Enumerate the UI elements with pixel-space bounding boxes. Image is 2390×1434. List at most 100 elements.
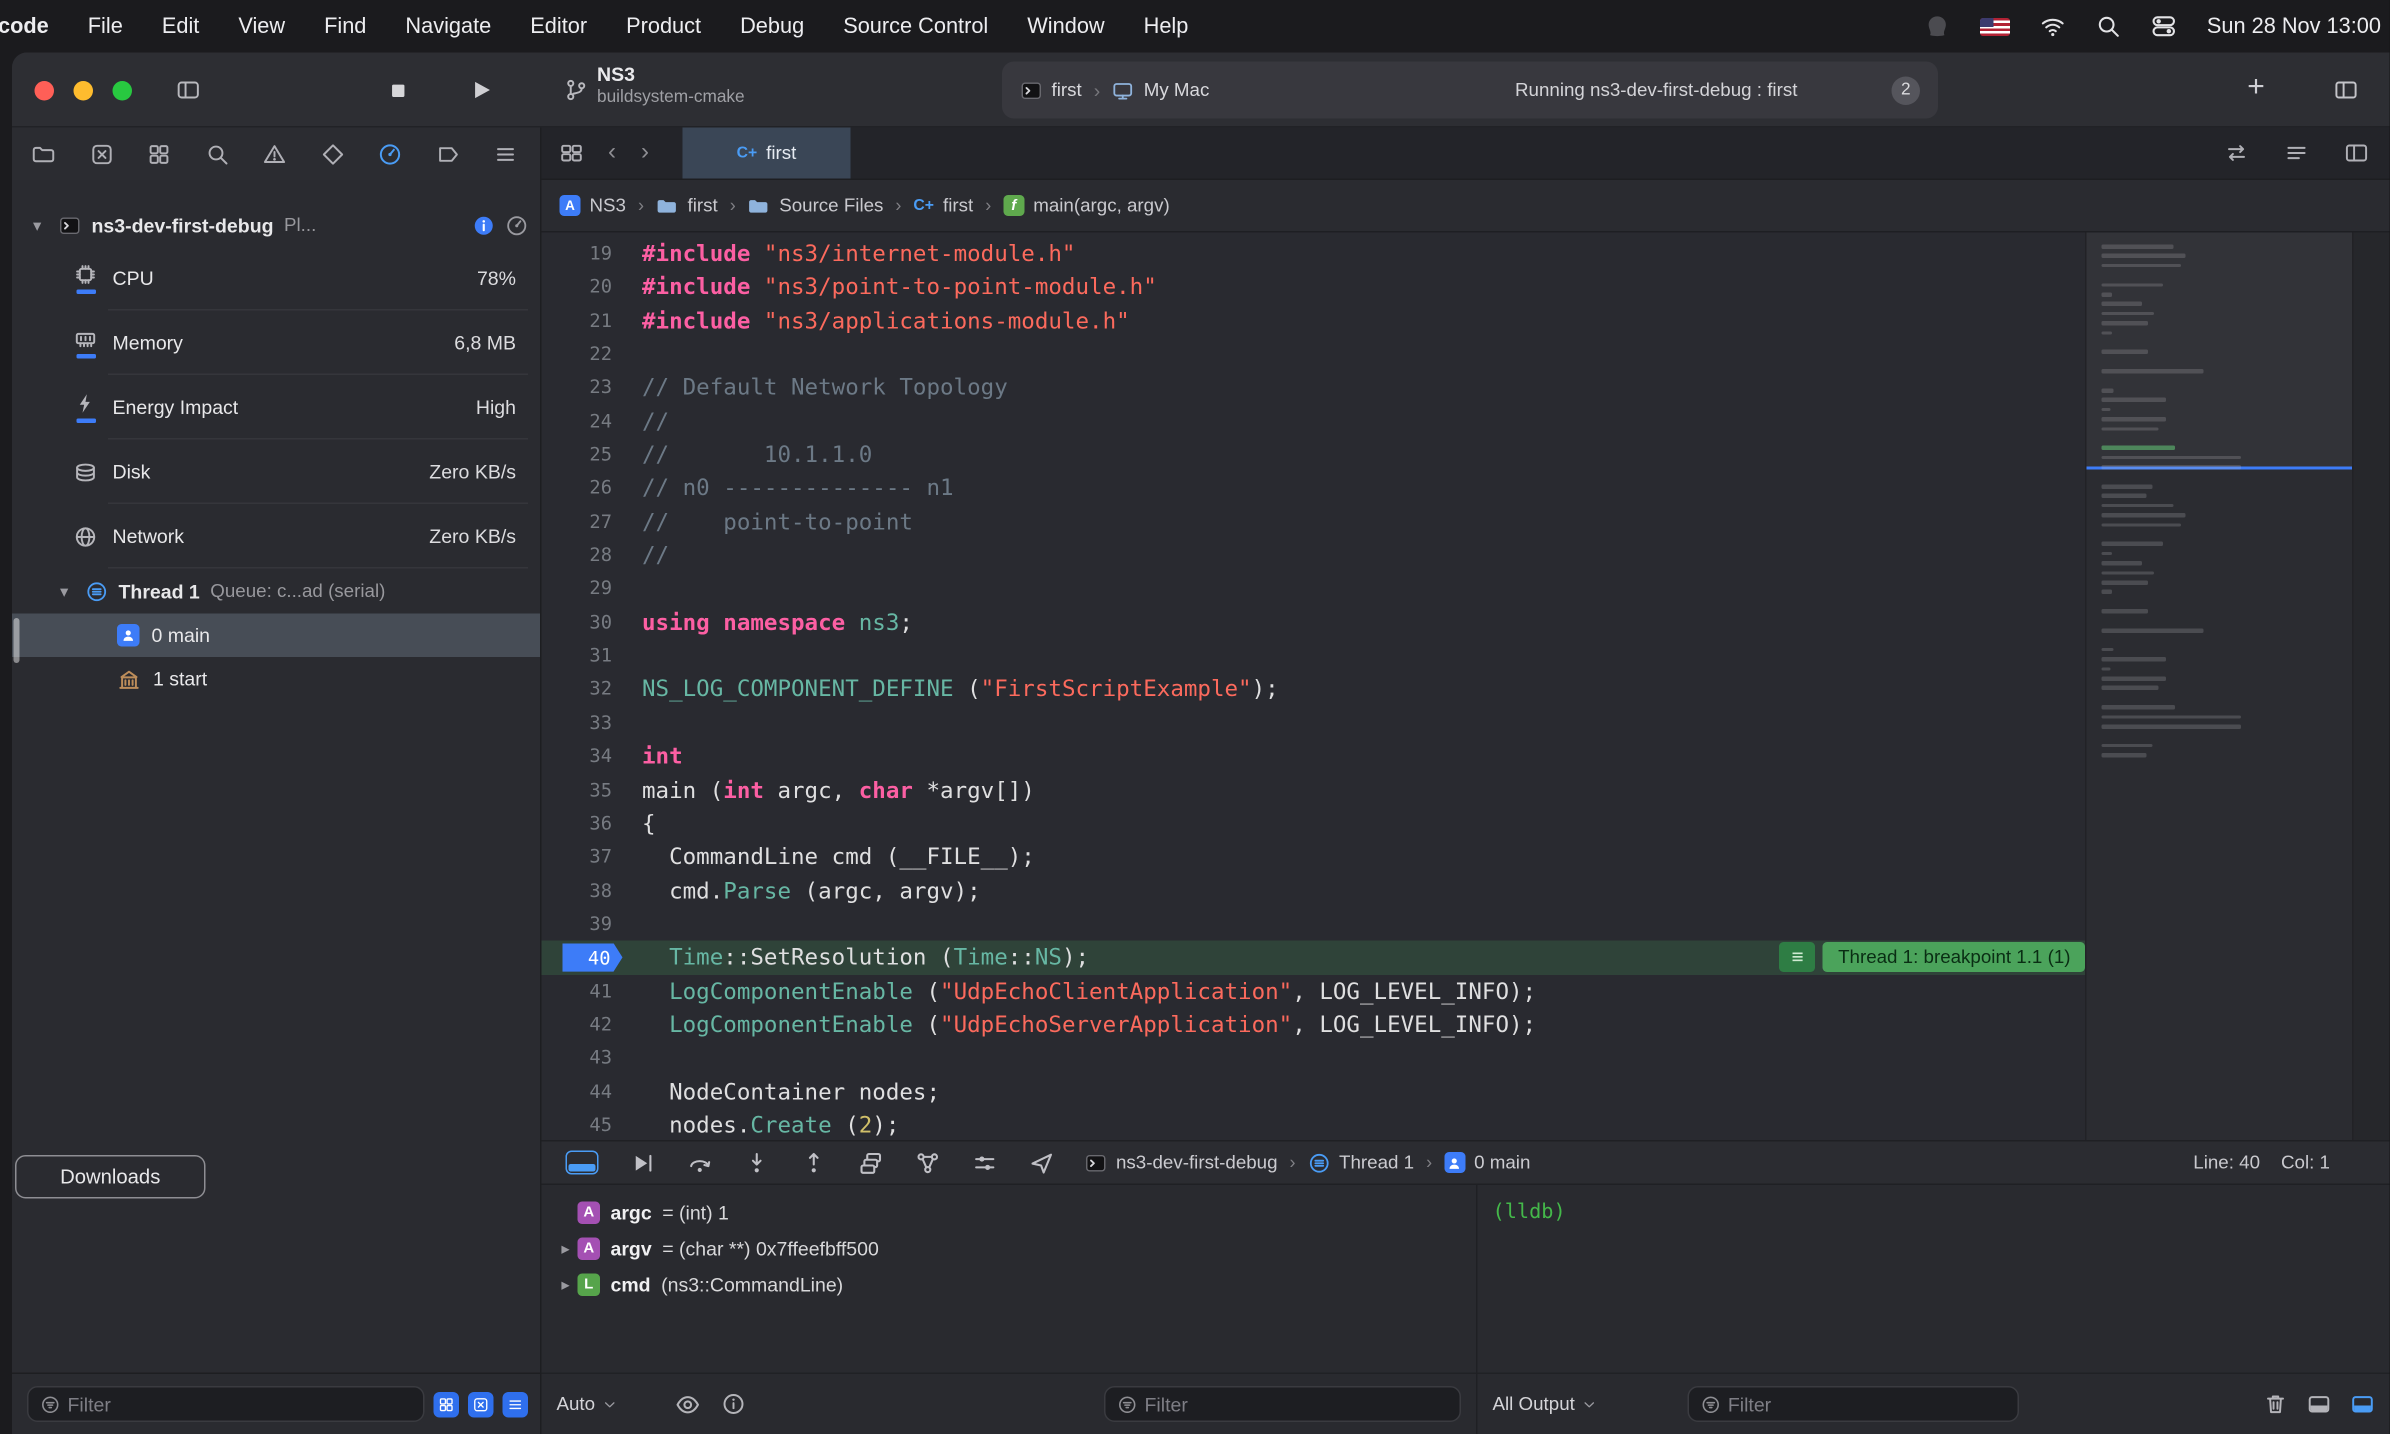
menu-view[interactable]: View [238, 14, 285, 38]
scheme-info[interactable]: NS3 buildsystem-cmake [597, 63, 745, 109]
debug-crumb-ns3-dev-first-debug[interactable]: ns3-dev-first-debug [1085, 1151, 1278, 1174]
editor-scrollbar-track[interactable] [2352, 233, 2390, 1141]
code-review-button[interactable] [2225, 141, 2249, 165]
navigator-tab-reports-icon[interactable] [494, 142, 518, 166]
line-number-22[interactable]: 22 [542, 338, 628, 372]
disclosure-icon[interactable]: ▸ [554, 1238, 578, 1258]
jumpbar-item-first[interactable]: first [656, 194, 718, 217]
variables-filter-field[interactable] [1104, 1386, 1461, 1422]
jumpbar-item-main-argc-argv-[interactable]: fmain(argc, argv) [1003, 195, 1170, 216]
line-number-23[interactable]: 23 [542, 371, 628, 405]
navigator-filter-input[interactable] [68, 1393, 412, 1416]
step-into-button[interactable] [744, 1150, 770, 1176]
metric-disk[interactable]: DiskZero KB/s [12, 440, 540, 505]
line-number-25[interactable]: 25 [542, 438, 628, 472]
disclosure-open-icon[interactable]: ▾ [60, 581, 75, 601]
zoom-window-button[interactable] [112, 80, 132, 100]
metric-memory[interactable]: Memory6,8 MB [12, 311, 540, 376]
menu-clock[interactable]: Sun 28 Nov 13:00 [2207, 14, 2381, 38]
debug-area-toggle-button[interactable] [566, 1151, 599, 1175]
menu-navigate[interactable]: Navigate [405, 14, 491, 38]
navigator-tab-tests-icon[interactable] [320, 142, 344, 166]
line-number-24[interactable]: 24 [542, 405, 628, 439]
metric-cpu[interactable]: CPU78% [12, 246, 540, 311]
filter-paused-threads-button[interactable] [434, 1391, 460, 1417]
navigator-tab-project-icon[interactable] [32, 142, 56, 166]
navigator-tab-debug-icon[interactable] [378, 142, 402, 166]
filter-view-mode-button[interactable] [468, 1391, 494, 1417]
activity-view[interactable]: first › My Mac Running ns3-dev-first-deb… [1002, 62, 1938, 119]
control-center-icon[interactable] [2151, 14, 2177, 40]
run-button[interactable] [468, 77, 495, 104]
disclosure-open-icon[interactable]: ▾ [33, 215, 48, 235]
memory-graph-button[interactable] [915, 1150, 941, 1176]
downloads-button[interactable]: Downloads [15, 1155, 206, 1199]
stack-frame-0-main[interactable]: 0 main [12, 614, 540, 658]
debug-crumb-thread-1[interactable]: Thread 1 [1308, 1151, 1415, 1174]
debug-crumb-0-main[interactable]: 0 main [1444, 1152, 1530, 1173]
line-number-42[interactable]: 42 [542, 1008, 628, 1042]
view-hierarchy-button[interactable] [858, 1150, 884, 1176]
breakpoint-annotation[interactable]: Thread 1: breakpoint 1.1 (1) [1823, 943, 2085, 973]
breakpoint-indicator[interactable]: 40 [563, 943, 623, 972]
menu-window[interactable]: Window [1027, 14, 1104, 38]
line-number-29[interactable]: 29 [542, 572, 628, 606]
console-filter-input[interactable] [1728, 1393, 2006, 1416]
line-number-35[interactable]: 35 [542, 773, 628, 807]
scope-popup[interactable]: Auto [557, 1394, 618, 1415]
line-number-31[interactable]: 31 [542, 639, 628, 673]
navigator-tab-source-control-icon[interactable] [89, 142, 113, 166]
forward-button[interactable]: › [629, 140, 662, 167]
close-window-button[interactable] [34, 80, 54, 100]
code-editor[interactable]: 19#include "ns3/internet-module.h"20#inc… [542, 233, 2390, 1141]
line-number-21[interactable]: 21 [542, 304, 628, 338]
wifi-icon[interactable] [2040, 14, 2066, 40]
line-number-34[interactable]: 34 [542, 740, 628, 774]
continue-button[interactable] [630, 1150, 656, 1176]
line-number-26[interactable]: 26 [542, 472, 628, 506]
stack-frame-1-start[interactable]: 1 start [12, 657, 540, 701]
tab-first[interactable]: C+ first [683, 128, 851, 179]
menu-editor[interactable]: Editor [530, 14, 587, 38]
line-number-40[interactable]: 40 [542, 941, 628, 975]
jumpbar-item-source-files[interactable]: Source Files [748, 194, 884, 217]
menu-debug[interactable]: Debug [740, 14, 804, 38]
line-number-19[interactable]: 19 [542, 237, 628, 271]
line-number-33[interactable]: 33 [542, 706, 628, 740]
thread-row[interactable]: ▾ Thread 1 Queue: c...ad (serial) [12, 569, 540, 614]
adjust-editor-options-button[interactable] [2285, 141, 2309, 165]
navigator-tab-symbols-icon[interactable] [147, 142, 171, 166]
menu-file[interactable]: File [88, 14, 123, 38]
process-row[interactable]: ▾ ns3-dev-first-debug Pl... [12, 204, 540, 246]
add-editor-button[interactable]: + [2241, 71, 2271, 106]
simulate-location-button[interactable] [1029, 1150, 1055, 1176]
console-filter-field[interactable] [1687, 1386, 2019, 1422]
status-menu-app-icon[interactable] [1925, 14, 1951, 40]
print-description-button[interactable] [721, 1392, 745, 1416]
tab-overview-icon[interactable] [560, 141, 584, 165]
clear-console-button[interactable] [2264, 1392, 2288, 1416]
show-console-button[interactable] [2351, 1392, 2375, 1416]
variable-row-cmd[interactable]: ▸Lcmd(ns3::CommandLine) [542, 1266, 1477, 1302]
disclosure-icon[interactable]: ▸ [554, 1274, 578, 1294]
output-scope-popup[interactable]: All Output [1493, 1394, 1598, 1415]
back-button[interactable]: ‹ [596, 140, 629, 167]
navigator-filter-field[interactable] [27, 1386, 425, 1422]
breakpoint-annotation-icon[interactable]: ≡ [1780, 943, 1816, 973]
console-view[interactable]: (lldb) All Output [1478, 1185, 2390, 1434]
stop-button[interactable] [387, 80, 410, 103]
line-number-44[interactable]: 44 [542, 1075, 628, 1109]
line-number-38[interactable]: 38 [542, 874, 628, 908]
add-editor-pane-button[interactable] [2345, 141, 2369, 165]
menu-source-control[interactable]: Source Control [843, 14, 988, 38]
step-out-button[interactable] [801, 1150, 827, 1176]
menu-app-name[interactable]: Xcode [0, 14, 49, 38]
menu-find[interactable]: Find [324, 14, 366, 38]
jumpbar-item-ns3[interactable]: ANS3 [560, 195, 626, 216]
environment-overrides-button[interactable] [972, 1150, 998, 1176]
line-number-41[interactable]: 41 [542, 974, 628, 1008]
line-number-36[interactable]: 36 [542, 807, 628, 841]
step-over-button[interactable] [687, 1150, 713, 1176]
line-number-20[interactable]: 20 [542, 271, 628, 305]
jumpbar-item-first[interactable]: C+first [913, 195, 973, 216]
